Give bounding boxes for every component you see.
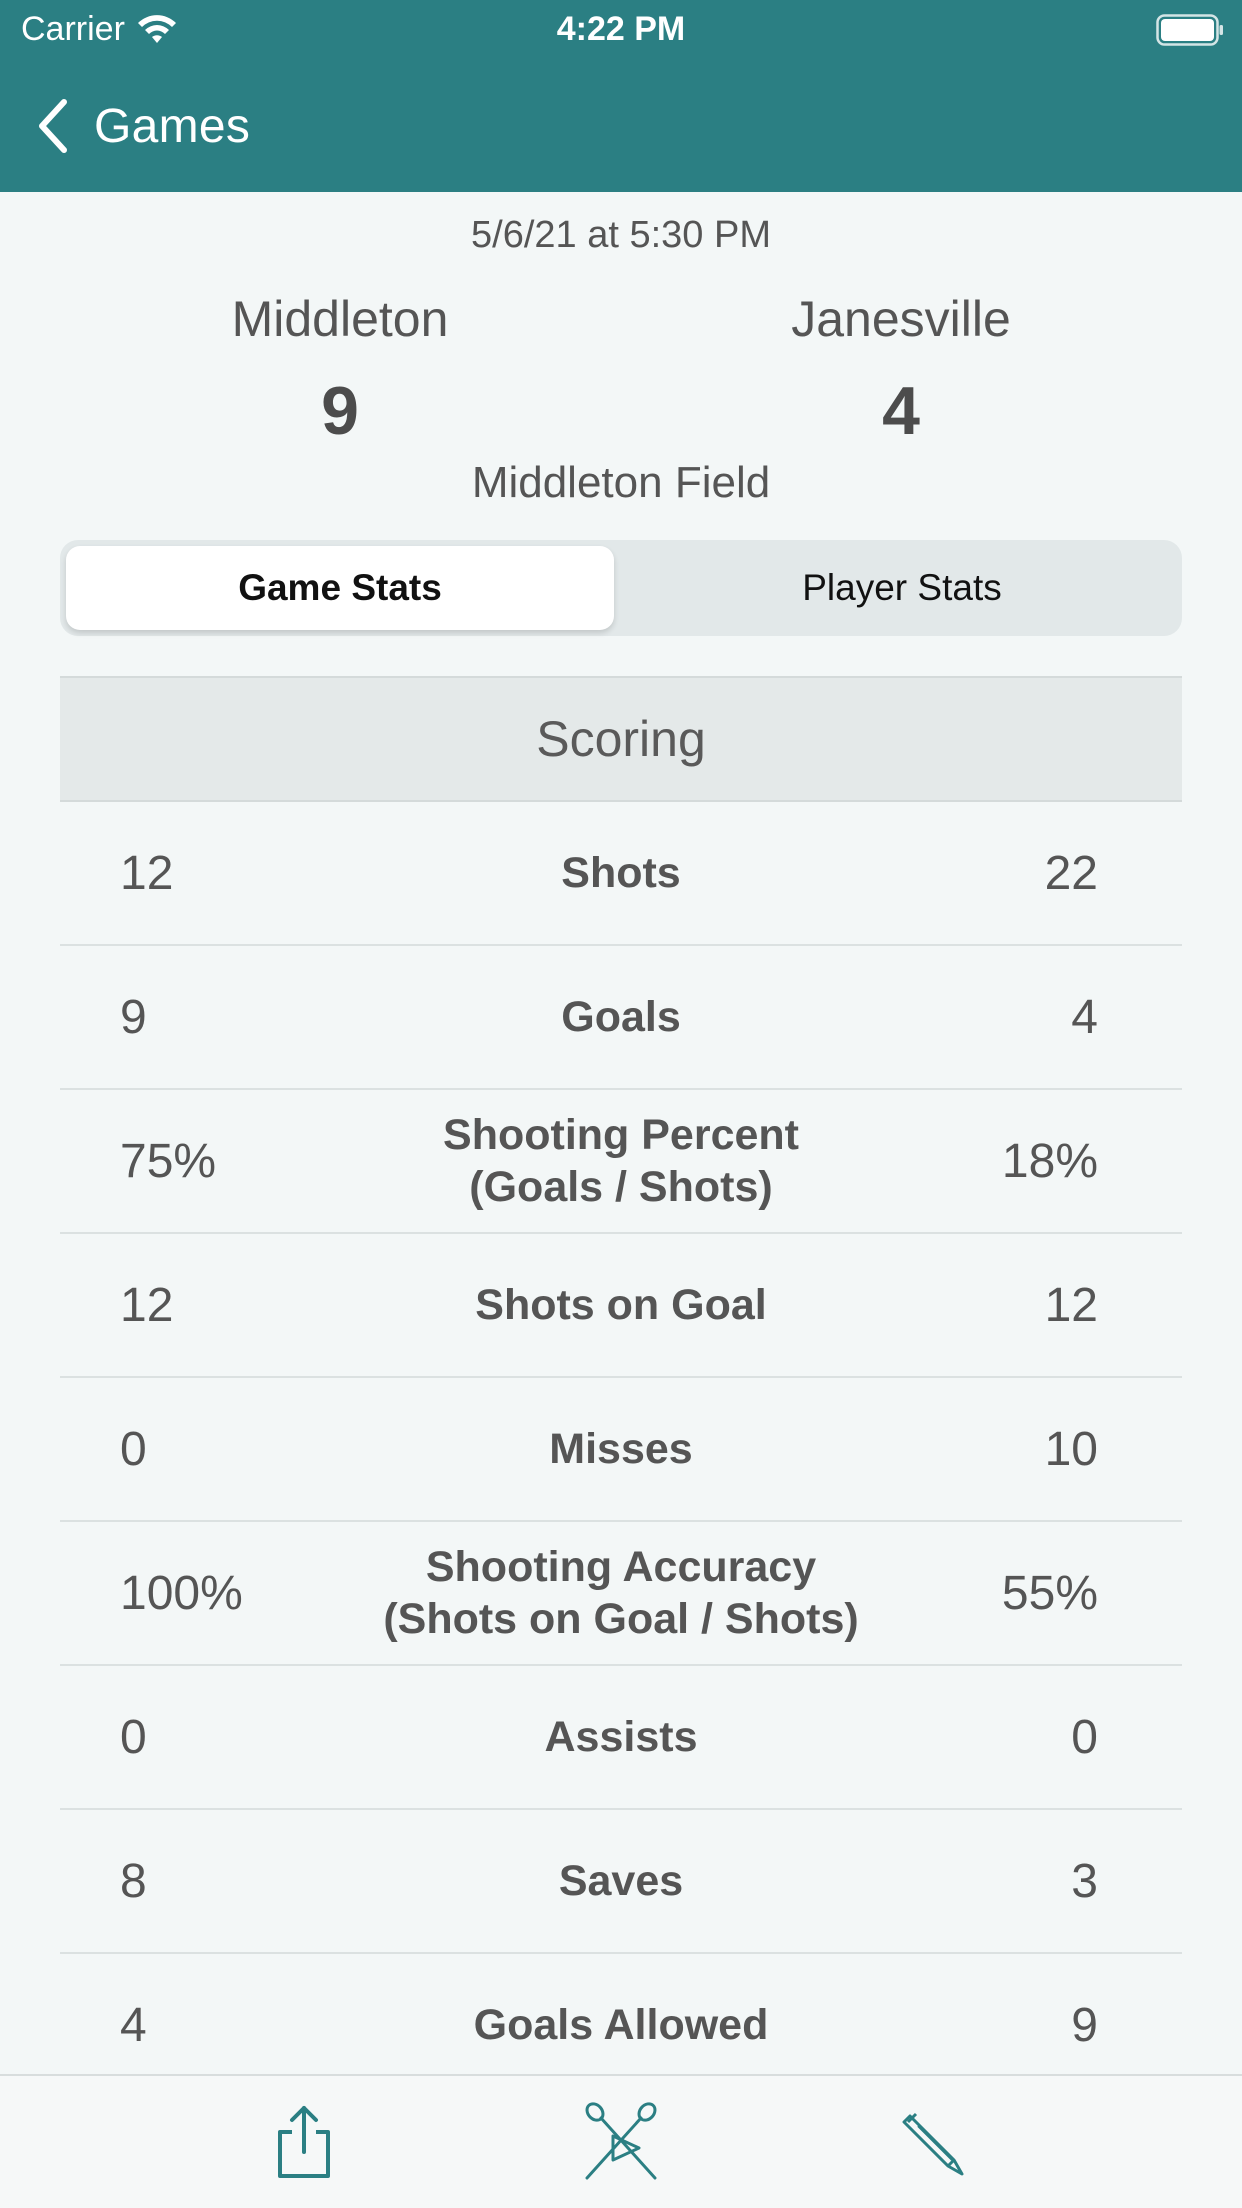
status-time: 4:22 PM xyxy=(556,10,686,48)
stat-row[interactable]: 0 Misses 10 xyxy=(60,1378,1182,1522)
battery-icon xyxy=(1156,14,1223,46)
stat-label: Goals xyxy=(561,993,681,1041)
share-button[interactable] xyxy=(264,2102,344,2182)
stat-away-value: 12 xyxy=(1044,1278,1098,1332)
stat-row[interactable]: 9 Goals 4 xyxy=(60,946,1182,1090)
segment-game-stats[interactable]: Game Stats xyxy=(66,546,614,630)
stat-away-value: 22 xyxy=(1044,846,1098,900)
stat-home-value: 12 xyxy=(120,1278,174,1332)
stat-away-value: 10 xyxy=(1044,1422,1098,1476)
stat-home-value: 75% xyxy=(120,1134,217,1188)
stat-away-value: 4 xyxy=(1071,990,1098,1044)
back-label: Games xyxy=(94,99,251,153)
stat-row[interactable]: 0 Assists 0 xyxy=(60,1666,1182,1810)
back-button[interactable]: Games xyxy=(0,86,250,166)
lacrosse-play-button[interactable] xyxy=(581,2102,661,2182)
stat-row[interactable]: 12 Shots 22 xyxy=(60,802,1182,946)
stat-home-value: 8 xyxy=(120,1854,147,1908)
stat-home-value: 9 xyxy=(120,990,147,1044)
edit-button[interactable] xyxy=(896,2102,976,2182)
stat-away-value: 0 xyxy=(1071,1710,1098,1764)
stat-label: Shots on Goal xyxy=(475,1281,767,1329)
stat-row[interactable]: 100% Shooting Accuracy (Shots on Goal / … xyxy=(60,1522,1182,1666)
stats-segmented-control: Game Stats Player Stats xyxy=(60,540,1182,636)
game-date: 5/6/21 at 5:30 PM xyxy=(471,214,771,256)
stat-away-value: 3 xyxy=(1071,1854,1098,1908)
stat-row[interactable]: 8 Saves 3 xyxy=(60,1810,1182,1954)
stat-label: Shooting Accuracy (Shots on Goal / Shots… xyxy=(383,1543,859,1643)
stat-label: Saves xyxy=(558,1857,684,1905)
stat-home-value: 100% xyxy=(120,1566,243,1620)
bottom-toolbar xyxy=(0,2074,1242,2208)
home-score: 9 xyxy=(321,373,359,449)
stat-away-value: 55% xyxy=(1001,1566,1098,1620)
status-bar: Carrier 4:22 PM xyxy=(0,0,1242,62)
share-icon xyxy=(278,2106,330,2178)
stat-label: Misses xyxy=(549,1425,693,1473)
lacrosse-play-icon xyxy=(585,2102,657,2180)
stat-row[interactable]: 12 Shots on Goal 12 xyxy=(60,1234,1182,1378)
section-header-scoring: Scoring xyxy=(60,676,1182,802)
chevron-left-icon xyxy=(39,99,67,153)
stat-label: Shots xyxy=(561,849,681,897)
stat-home-value: 0 xyxy=(120,1422,147,1476)
away-score: 4 xyxy=(882,373,920,449)
segment-player-stats[interactable]: Player Stats xyxy=(628,546,1176,630)
stat-label: Shooting Percent (Goals / Shots) xyxy=(443,1111,799,1211)
stat-home-value: 12 xyxy=(120,846,174,900)
pencil-icon xyxy=(902,2112,964,2176)
stat-label: Assists xyxy=(544,1713,698,1761)
away-team-name: Janesville xyxy=(791,291,1011,347)
stat-home-value: 0 xyxy=(120,1710,147,1764)
navigation-header: Carrier 4:22 PM Games xyxy=(0,0,1242,192)
stat-away-value: 18% xyxy=(1001,1134,1098,1188)
stat-row[interactable]: 75% Shooting Percent (Goals / Shots) 18% xyxy=(60,1090,1182,1234)
stats-table: 12 Shots 22 9 Goals 4 75% Shooting Perce… xyxy=(60,802,1182,2098)
home-team-name: Middleton xyxy=(231,291,449,347)
game-venue: Middleton Field xyxy=(471,458,771,507)
game-detail-screen: Carrier 4:22 PM Games 5/6/21 at 5:30 PM … xyxy=(0,0,1242,2208)
